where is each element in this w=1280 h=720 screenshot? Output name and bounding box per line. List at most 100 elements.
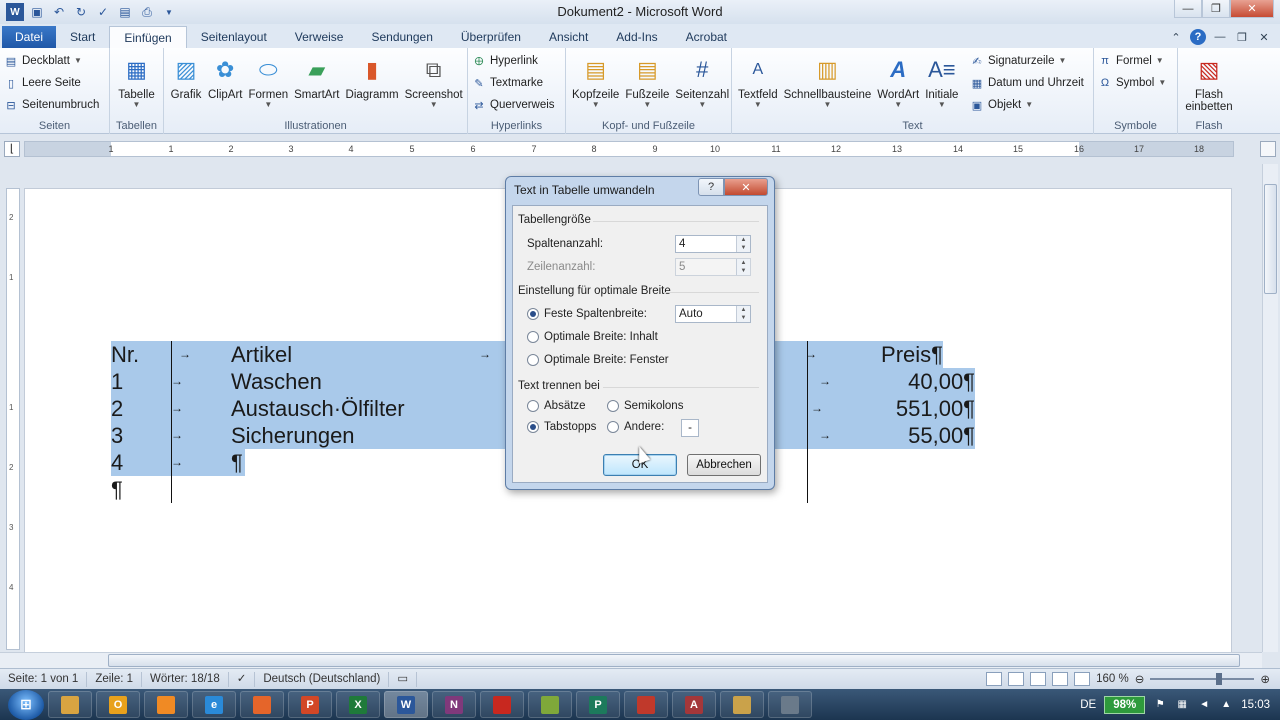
- cross-reference-button[interactable]: ⇄ Querverweis: [472, 96, 561, 114]
- vertical-scrollbar[interactable]: [1262, 164, 1278, 652]
- vertical-ruler[interactable]: 2 1 1 2 3 4: [6, 188, 20, 650]
- horizontal-scrollbar[interactable]: [0, 652, 1262, 668]
- horizontal-ruler[interactable]: 1 1 2 3 4 5 6 7 8 9 10 11 12 13 14 15 16…: [24, 141, 1234, 157]
- taskbar-app-button[interactable]: P: [576, 691, 620, 718]
- date-time-button[interactable]: ▦ Datum und Uhrzeit: [970, 74, 1084, 92]
- dialog-help-button[interactable]: ?: [698, 178, 724, 196]
- taskbar-app-button[interactable]: [624, 691, 668, 718]
- tab-file[interactable]: Datei: [2, 26, 57, 48]
- hyperlink-button[interactable]: 🜨 Hyperlink: [472, 52, 561, 70]
- taskbar-app-button[interactable]: [480, 691, 524, 718]
- spin-up-icon[interactable]: ▲: [737, 236, 750, 244]
- dialog-close-button[interactable]: ✕: [724, 178, 768, 196]
- line-indicator[interactable]: Zeile: 1: [87, 671, 143, 687]
- page-number-button[interactable]: # Seitenzahl ▼: [673, 52, 731, 109]
- clipart-button[interactable]: ✿ ClipArt: [206, 52, 245, 109]
- taskbar-app-button[interactable]: [48, 691, 92, 718]
- print-layout-view-button[interactable]: [986, 672, 1003, 686]
- save-icon[interactable]: ▣: [28, 3, 46, 21]
- taskbar-app-button[interactable]: X: [336, 691, 380, 718]
- screenshot-button[interactable]: ⧉ Screenshot ▼: [403, 52, 465, 109]
- header-button[interactable]: ▤ Kopfzeile ▼: [570, 52, 621, 109]
- shapes-button[interactable]: ⬭ Formen ▼: [247, 52, 291, 109]
- taskbar-app-button[interactable]: A: [672, 691, 716, 718]
- restore-button[interactable]: ❐: [1202, 0, 1230, 18]
- clock[interactable]: 15:03: [1241, 699, 1270, 711]
- macro-icon[interactable]: ▭: [389, 671, 418, 687]
- tab-acrobat[interactable]: Acrobat: [672, 26, 741, 48]
- input-language[interactable]: DE: [1080, 699, 1096, 711]
- columns-stepper[interactable]: 4 ▲ ▼: [675, 235, 751, 253]
- zoom-in-icon[interactable]: ⊕: [1260, 672, 1270, 686]
- radio-semicolons[interactable]: Semikolons: [607, 400, 683, 412]
- spin-down-icon[interactable]: ▼: [737, 244, 750, 252]
- zoom-out-icon[interactable]: ⊖: [1135, 672, 1145, 686]
- help-icon[interactable]: ?: [1190, 29, 1206, 45]
- cover-page-button[interactable]: ▤ Deckblatt ▼: [4, 52, 105, 70]
- word-icon[interactable]: W: [6, 3, 24, 21]
- undo-icon[interactable]: ↶: [50, 3, 68, 21]
- spin-down-icon[interactable]: ▼: [737, 314, 750, 322]
- taskbar-app-button[interactable]: [144, 691, 188, 718]
- radio-optimal-content[interactable]: Optimale Breite: Inhalt: [527, 331, 658, 343]
- symbol-button[interactable]: Ω Symbol ▼: [1098, 74, 1173, 92]
- language-indicator[interactable]: Deutsch (Deutschland): [255, 671, 390, 687]
- tab-insert[interactable]: Einfügen: [109, 26, 187, 48]
- quick-parts-button[interactable]: ▥ Schnellbausteine ▼: [782, 52, 874, 109]
- table-button[interactable]: ▦ Tabelle ▼: [114, 52, 159, 109]
- taskbar-app-button[interactable]: e: [192, 691, 236, 718]
- taskbar-app-button[interactable]: [240, 691, 284, 718]
- fullscreen-view-button[interactable]: [1008, 672, 1025, 686]
- spin-up-icon[interactable]: ▲: [737, 306, 750, 314]
- tab-review[interactable]: Überprüfen: [447, 26, 535, 48]
- tab-view[interactable]: Ansicht: [535, 26, 602, 48]
- doc-minimize-icon[interactable]: —: [1212, 29, 1228, 45]
- tray-flag-icon[interactable]: ⚑: [1153, 698, 1167, 712]
- blank-page-button[interactable]: ▯ Leere Seite: [4, 74, 105, 92]
- bookmark-button[interactable]: ✎ Textmarke: [472, 74, 561, 92]
- taskbar-app-button[interactable]: P: [288, 691, 332, 718]
- radio-fixed-width[interactable]: Feste Spaltenbreite:: [527, 308, 647, 320]
- redo-icon[interactable]: ↻: [72, 3, 90, 21]
- cancel-button[interactable]: Abbrechen: [687, 454, 761, 476]
- flash-embed-button[interactable]: ▧ Flash einbetten: [1182, 52, 1236, 113]
- proofing-icon[interactable]: ✓: [229, 671, 256, 687]
- taskbar-app-button[interactable]: [768, 691, 812, 718]
- fixed-width-stepper[interactable]: Auto ▲ ▼: [675, 305, 751, 323]
- minimize-button[interactable]: —: [1174, 0, 1202, 18]
- close-button[interactable]: ✕: [1230, 0, 1274, 18]
- taskbar-app-button[interactable]: [720, 691, 764, 718]
- tab-selector[interactable]: ⌊: [4, 141, 20, 157]
- start-button[interactable]: ⊞: [8, 689, 44, 720]
- other-separator-input[interactable]: -: [681, 419, 699, 437]
- doc-restore-icon[interactable]: ❐: [1234, 29, 1250, 45]
- zoom-slider[interactable]: [1150, 673, 1255, 685]
- qat-dropdown-icon[interactable]: ▼: [160, 3, 178, 21]
- radio-paragraphs[interactable]: Absätze: [527, 400, 586, 412]
- zoom-slider-knob[interactable]: [1216, 673, 1223, 685]
- print-preview-icon[interactable]: ▤: [116, 3, 134, 21]
- taskbar-app-button[interactable]: N: [432, 691, 476, 718]
- tray-expand-icon[interactable]: ▲: [1219, 698, 1233, 712]
- outline-view-button[interactable]: [1052, 672, 1069, 686]
- ribbon-minimize-icon[interactable]: ⌃: [1168, 29, 1184, 45]
- taskbar-app-button[interactable]: O: [96, 691, 140, 718]
- object-button[interactable]: ▣ Objekt ▼: [970, 96, 1084, 114]
- dropcap-button[interactable]: A≡ Initiale ▼: [923, 52, 960, 109]
- doc-close-icon[interactable]: ✕: [1256, 29, 1272, 45]
- smartart-button[interactable]: ▰ SmartArt: [292, 52, 341, 109]
- web-layout-view-button[interactable]: [1030, 672, 1047, 686]
- battery-indicator[interactable]: 98%: [1104, 695, 1146, 714]
- picture-button[interactable]: ▨ Grafik: [168, 52, 204, 109]
- footer-button[interactable]: ▤ Fußzeile ▼: [623, 52, 671, 109]
- zoom-level[interactable]: 160 %: [1096, 673, 1129, 685]
- print-icon[interactable]: ⎙: [138, 3, 156, 21]
- draft-view-button[interactable]: [1074, 672, 1091, 686]
- horizontal-scroll-thumb[interactable]: [108, 654, 1240, 667]
- equation-button[interactable]: π Formel ▼: [1098, 52, 1173, 70]
- tray-network-icon[interactable]: ▦: [1175, 698, 1189, 712]
- signature-line-button[interactable]: ✍ Signaturzeile ▼: [970, 52, 1084, 70]
- page-indicator[interactable]: Seite: 1 von 1: [0, 671, 88, 687]
- view-ruler-toggle[interactable]: [1260, 141, 1276, 157]
- radio-other[interactable]: Andere:: [607, 421, 664, 433]
